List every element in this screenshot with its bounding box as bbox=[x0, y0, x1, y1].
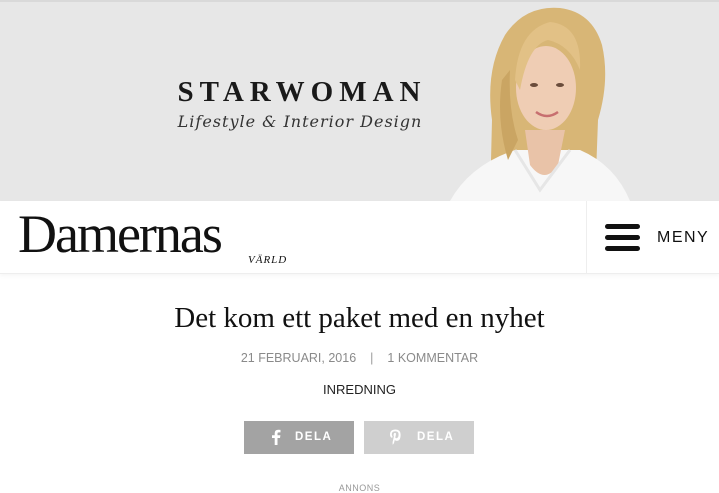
facebook-icon bbox=[272, 429, 281, 445]
article-title: Det kom ett paket med en nyhet bbox=[174, 302, 545, 334]
ad-label: ANNONS bbox=[338, 483, 381, 493]
facebook-share-label: DELA bbox=[295, 431, 333, 443]
menu-label: MENY bbox=[657, 229, 710, 246]
header-banner[interactable]: STARWOMAN Lifestyle & Interior Design bbox=[0, 0, 719, 201]
site-logo[interactable]: Damernas bbox=[18, 207, 223, 261]
pinterest-share-button[interactable]: DELA bbox=[364, 421, 474, 454]
meta-separator: | bbox=[370, 351, 374, 365]
site-logo-subtitle: VÄRLD bbox=[248, 254, 288, 266]
banner-tagline: Lifestyle & Interior Design bbox=[177, 112, 423, 131]
site-header: Damernas VÄRLD MENY bbox=[0, 201, 719, 274]
pinterest-share-label: DELA bbox=[417, 431, 455, 443]
hamburger-icon bbox=[605, 224, 640, 252]
category-link[interactable]: INREDNING bbox=[323, 382, 396, 397]
article-category: INREDNING bbox=[0, 382, 719, 397]
article-date: 21 FEBRUARI, 2016 bbox=[240, 351, 357, 365]
menu-button[interactable]: MENY bbox=[596, 211, 714, 263]
header-divider bbox=[586, 201, 587, 273]
banner-title: STARWOMAN bbox=[177, 76, 427, 108]
facebook-share-button[interactable]: DELA bbox=[244, 421, 354, 454]
pinterest-icon bbox=[390, 429, 401, 445]
comments-link[interactable]: 1 KOMMENTAR bbox=[387, 351, 478, 365]
banner-portrait-image bbox=[450, 7, 630, 201]
article-meta: 21 FEBRUARI, 2016 | 1 KOMMENTAR bbox=[0, 351, 719, 365]
